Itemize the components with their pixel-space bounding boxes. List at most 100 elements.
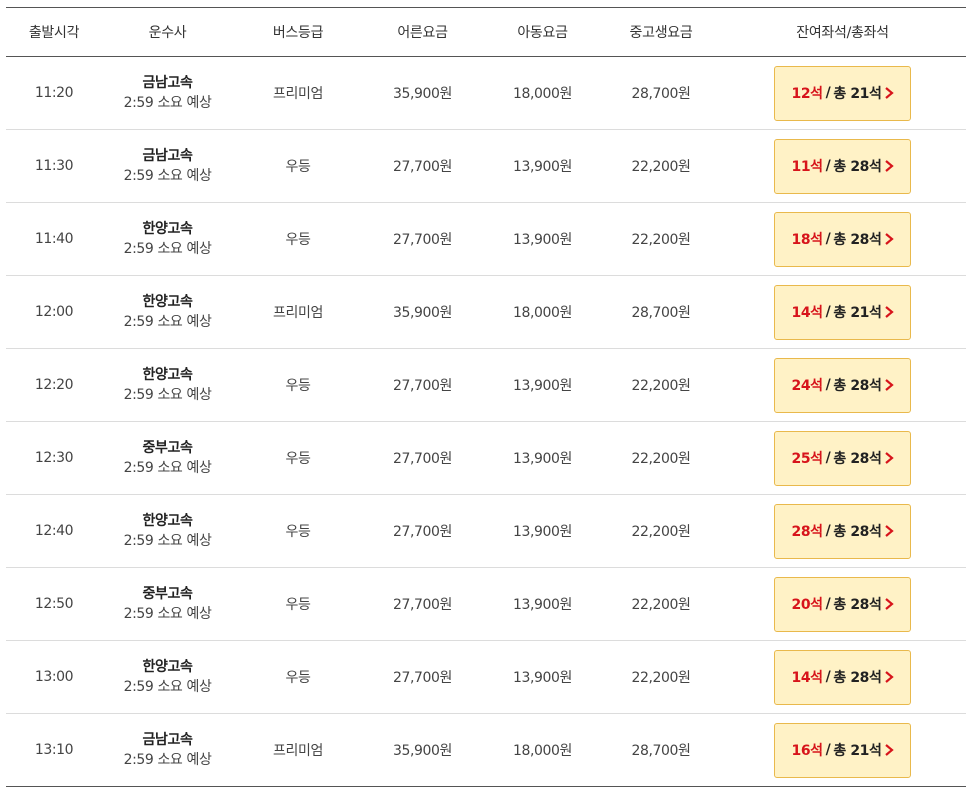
bus-grade: 프리미엄 [273,743,323,759]
bus-grade: 우등 [285,670,311,686]
seat-separator: / [825,669,831,685]
seat-separator: / [825,742,831,758]
company-cell: 금남고속 2:59 소요 예상 [102,730,233,770]
child-fare: 18,000원 [512,743,573,759]
seat-select-button[interactable]: 14석 / 총 21석 [774,284,911,340]
seat-separator: / [825,377,831,393]
company-cell: 한양고속 2:59 소요 예상 [102,657,233,697]
total-seats: 총 21석 [833,86,882,102]
remaining-seats: 14석 [791,670,823,686]
youth-fare: 22,200원 [631,378,691,394]
child-fare: 13,900원 [512,159,573,175]
company-name: 금남고속 [142,75,193,91]
seat-select-button[interactable]: 25석 / 총 28석 [774,430,911,486]
table-row: 13:00 한양고속 2:59 소요 예상 우등 27,700원 13,900원… [6,641,966,714]
company-cell: 한양고속 2:59 소요 예상 [102,365,233,405]
seat-cell: 12석 / 총 21석 [719,65,966,121]
company-name: 중부고속 [142,440,193,456]
chevron-right-icon [884,379,894,391]
seat-select-button[interactable]: 20석 / 총 28석 [774,576,911,632]
total-seats: 총 28석 [833,597,882,613]
chevron-right-icon [884,160,894,172]
bus-grade: 프리미엄 [273,86,323,102]
header-bus-grade: 버스등급 [272,25,324,41]
seat-cell: 14석 / 총 28석 [719,649,966,705]
youth-fare: 22,200원 [631,597,691,613]
total-seats: 총 28석 [833,451,882,467]
company-cell: 중부고속 2:59 소요 예상 [102,584,233,624]
remaining-seats: 18석 [791,232,823,248]
bus-grade: 우등 [285,378,311,394]
total-seats: 총 21석 [833,305,882,321]
youth-fare: 28,700원 [631,305,691,321]
youth-fare: 28,700원 [631,743,691,759]
departure-time: 12:00 [34,304,74,320]
seat-select-button[interactable]: 18석 / 총 28석 [774,211,911,267]
company-cell: 한양고속 2:59 소요 예상 [102,511,233,551]
seat-cell: 11석 / 총 28석 [719,138,966,194]
seat-select-button[interactable]: 12석 / 총 21석 [774,65,911,121]
total-seats: 총 28석 [833,524,882,540]
total-seats: 총 28석 [833,159,882,175]
header-child-fare: 아동요금 [517,25,568,41]
travel-duration: 2:59 소요 예상 [123,606,212,622]
child-fare: 18,000원 [512,305,573,321]
header-company: 운수사 [148,25,187,41]
adult-fare: 27,700원 [392,524,453,540]
remaining-seats: 16석 [791,743,823,759]
child-fare: 18,000원 [512,86,573,102]
remaining-seats: 11석 [791,159,823,175]
bus-grade: 우등 [285,524,311,540]
header-seats: 잔여좌석/총좌석 [796,25,889,41]
adult-fare: 27,700원 [392,451,453,467]
child-fare: 13,900원 [512,524,573,540]
seat-select-button[interactable]: 11석 / 총 28석 [774,138,911,194]
seat-cell: 18석 / 총 28석 [719,211,966,267]
travel-duration: 2:59 소요 예상 [123,533,212,549]
table-body: 11:20 금남고속 2:59 소요 예상 프리미엄 35,900원 18,00… [6,57,966,787]
child-fare: 13,900원 [512,378,573,394]
seat-cell: 28석 / 총 28석 [719,503,966,559]
adult-fare: 27,700원 [392,378,453,394]
table-row: 13:10 금남고속 2:59 소요 예상 프리미엄 35,900원 18,00… [6,714,966,787]
table-row: 12:50 중부고속 2:59 소요 예상 우등 27,700원 13,900원… [6,568,966,641]
table-row: 12:30 중부고속 2:59 소요 예상 우등 27,700원 13,900원… [6,422,966,495]
chevron-right-icon [884,525,894,537]
departure-time: 11:20 [34,85,74,101]
seat-select-button[interactable]: 28석 / 총 28석 [774,503,911,559]
table-row: 11:30 금남고속 2:59 소요 예상 우등 27,700원 13,900원… [6,130,966,203]
company-cell: 한양고속 2:59 소요 예상 [102,292,233,332]
bus-grade: 프리미엄 [273,305,323,321]
youth-fare: 22,200원 [631,524,691,540]
adult-fare: 35,900원 [392,86,453,102]
seat-separator: / [825,158,831,174]
travel-duration: 2:59 소요 예상 [123,241,212,257]
seat-select-button[interactable]: 14석 / 총 28석 [774,649,911,705]
company-name: 한양고속 [142,513,193,529]
youth-fare: 22,200원 [631,232,691,248]
table-row: 12:20 한양고속 2:59 소요 예상 우등 27,700원 13,900원… [6,349,966,422]
company-name: 한양고속 [142,367,193,383]
adult-fare: 27,700원 [392,159,453,175]
seat-select-button[interactable]: 24석 / 총 28석 [774,357,911,413]
header-youth-fare: 중고생요금 [629,25,693,41]
chevron-right-icon [884,744,894,756]
seat-select-button[interactable]: 16석 / 총 21석 [774,722,911,778]
youth-fare: 28,700원 [631,86,691,102]
chevron-right-icon [884,598,894,610]
youth-fare: 22,200원 [631,670,691,686]
total-seats: 총 28석 [833,232,882,248]
total-seats: 총 21석 [833,743,882,759]
chevron-right-icon [884,87,894,99]
company-name: 한양고속 [142,294,193,310]
chevron-right-icon [884,306,894,318]
departure-time: 11:40 [34,231,74,247]
departure-time: 12:40 [34,523,74,539]
seat-cell: 25석 / 총 28석 [719,430,966,486]
seat-separator: / [825,523,831,539]
child-fare: 13,900원 [512,597,573,613]
seat-separator: / [825,85,831,101]
table-row: 11:20 금남고속 2:59 소요 예상 프리미엄 35,900원 18,00… [6,57,966,130]
chevron-right-icon [884,233,894,245]
header-departure-time: 출발시각 [28,25,80,41]
